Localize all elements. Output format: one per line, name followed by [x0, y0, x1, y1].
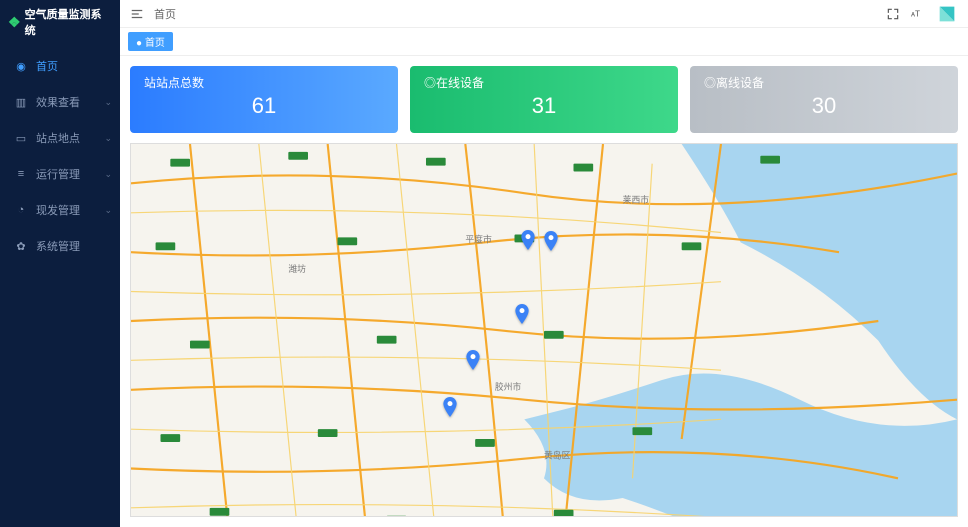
- stat-card-0[interactable]: 站站点总数 61: [130, 66, 398, 133]
- svg-text:莱西市: 莱西市: [623, 194, 650, 205]
- stats-row: 站站点总数 61 ◎在线设备 31 ◎离线设备 30: [130, 66, 958, 133]
- svg-text:潍坊: 潍坊: [288, 263, 306, 274]
- map-pin-3[interactable]: [466, 350, 480, 370]
- sidebar-item-1[interactable]: ▥ 效果查看 ⌄: [0, 84, 120, 120]
- stat-label: 站站点总数: [144, 74, 384, 91]
- font-size-icon[interactable]: ᴀT: [910, 7, 926, 21]
- stat-card-2[interactable]: ◎离线设备 30: [690, 66, 958, 133]
- map-pin-2[interactable]: [515, 304, 529, 324]
- chevron-down-icon: ⌄: [104, 205, 112, 216]
- sidebar-item-label: 站点地点: [36, 130, 80, 146]
- header: 首页 ᴀT: [120, 0, 968, 28]
- sidebar: ❖ 空气质量监测系统 ◉ 首页 ▥ 效果查看 ⌄ ▭ 站点地点 ⌄ ≡ 运行管理 ⌄ ◔ 现发管理 ⌄ ✿ 系…: [0, 0, 120, 527]
- stat-label: ◎在线设备: [424, 74, 664, 91]
- sidebar-item-label: 首页: [36, 58, 58, 74]
- content: 站站点总数 61 ◎在线设备 31 ◎离线设备 30: [120, 56, 968, 527]
- svg-text:黄岛区: 黄岛区: [544, 450, 571, 461]
- app-title: 空气质量监测系统: [25, 6, 112, 38]
- sidebar-item-0[interactable]: ◉ 首页: [0, 48, 120, 84]
- main-region: 首页 ᴀT ● 首页 站站点总数 61 ◎在线设备 31 ◎离线设备 30: [120, 0, 968, 527]
- sidebar-item-5[interactable]: ✿ 系统管理: [0, 228, 120, 264]
- nav: ◉ 首页 ▥ 效果查看 ⌄ ▭ 站点地点 ⌄ ≡ 运行管理 ⌄ ◔ 现发管理 ⌄ ✿ 系统管理: [0, 44, 120, 264]
- tab-home[interactable]: ● 首页: [128, 32, 173, 51]
- stat-value: 61: [144, 93, 384, 119]
- alarm-icon: ◔: [14, 204, 28, 216]
- sidebar-item-label: 现发管理: [36, 202, 80, 218]
- leaf-icon: ❖: [8, 14, 21, 31]
- chevron-down-icon: ⌄: [104, 169, 112, 180]
- gear-icon: ✿: [14, 240, 28, 253]
- map[interactable]: 潍坊 平度市 莱西市 胶州市 黄岛区: [130, 143, 958, 517]
- map-pin-1[interactable]: [544, 231, 558, 251]
- fullscreen-icon[interactable]: [886, 7, 900, 21]
- stat-card-1[interactable]: ◎在线设备 31: [410, 66, 678, 133]
- tabs-bar: ● 首页: [120, 28, 968, 56]
- collapse-sidebar-icon[interactable]: [130, 7, 144, 21]
- map-pin-4[interactable]: [443, 397, 457, 417]
- svg-text:ᴀT: ᴀT: [911, 9, 920, 18]
- chevron-down-icon: ⌄: [104, 133, 112, 144]
- avatar[interactable]: [936, 3, 958, 25]
- sidebar-item-4[interactable]: ◔ 现发管理 ⌄: [0, 192, 120, 228]
- breadcrumb: 首页: [154, 6, 176, 22]
- sidebar-item-label: 效果查看: [36, 94, 80, 110]
- sidebar-item-2[interactable]: ▭ 站点地点 ⌄: [0, 120, 120, 156]
- app-logo: ❖ 空气质量监测系统: [0, 0, 120, 44]
- dashboard-icon: ◉: [14, 60, 28, 73]
- stat-value: 31: [424, 93, 664, 119]
- svg-text:胶州市: 胶州市: [495, 381, 522, 392]
- site-icon: ▭: [14, 132, 28, 145]
- stat-value: 30: [704, 93, 944, 119]
- sidebar-item-3[interactable]: ≡ 运行管理 ⌄: [0, 156, 120, 192]
- map-canvas: 潍坊 平度市 莱西市 胶州市 黄岛区: [131, 144, 957, 517]
- chevron-down-icon: ⌄: [104, 97, 112, 108]
- bars-icon: ▥: [14, 96, 28, 109]
- sidebar-item-label: 运行管理: [36, 166, 80, 182]
- svg-text:平度市: 平度市: [465, 233, 492, 244]
- stat-label: ◎离线设备: [704, 74, 944, 91]
- map-pin-0[interactable]: [521, 230, 535, 250]
- ops-icon: ≡: [14, 168, 28, 180]
- sidebar-item-label: 系统管理: [36, 238, 80, 254]
